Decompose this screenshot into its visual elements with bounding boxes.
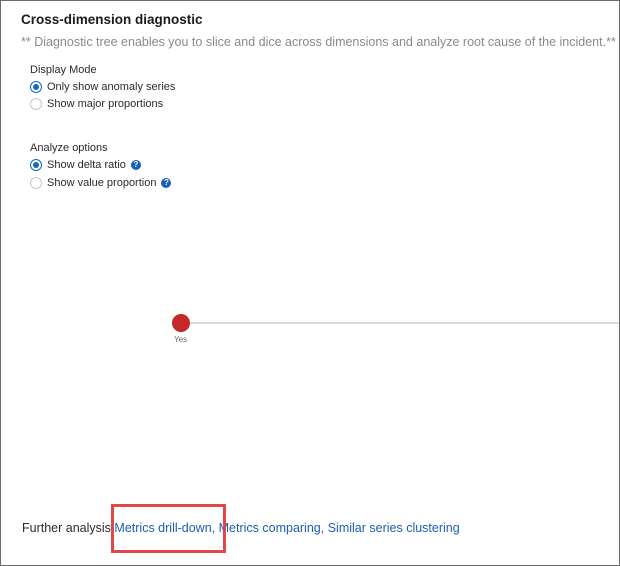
panel-title: Cross-dimension diagnostic — [21, 12, 203, 27]
radio-button-checked[interactable] — [30, 159, 42, 171]
radio-button-unchecked[interactable] — [30, 98, 42, 110]
further-analysis-row: Further analysis Metrics drill-down, Met… — [22, 521, 460, 535]
analyze-options-label: Analyze options — [30, 142, 108, 154]
panel-subtitle: ** Diagnostic tree enables you to slice … — [21, 35, 616, 49]
diagnostic-tree-edge — [181, 322, 619, 324]
further-analysis-label: Further analysis — [22, 521, 111, 535]
radio-label: Show value proportion — [47, 177, 157, 189]
cross-dimension-diagnostic-panel: Cross-dimension diagnostic ** Diagnostic… — [0, 0, 620, 566]
radio-show-delta-ratio[interactable]: Show delta ratio ? — [30, 159, 141, 171]
radio-label: Show major proportions — [47, 98, 164, 110]
metrics-drill-down-link[interactable]: Metrics drill-down, — [114, 521, 215, 535]
question-icon[interactable]: ? — [130, 160, 141, 170]
display-mode-label: Display Mode — [30, 64, 97, 76]
radio-show-value-proportion[interactable]: Show value proportion ? — [30, 177, 172, 189]
radio-button-unchecked[interactable] — [30, 177, 42, 189]
radio-show-major-proportions[interactable]: Show major proportions — [30, 98, 163, 110]
metrics-comparing-link[interactable]: Metrics comparing, — [219, 521, 325, 535]
question-icon[interactable]: ? — [161, 178, 172, 188]
radio-label: Only show anomaly series — [47, 81, 176, 93]
tree-node-label: Yes — [174, 335, 188, 344]
diagnostic-tree-node[interactable] — [172, 314, 190, 332]
similar-series-clustering-link[interactable]: Similar series clustering — [328, 521, 460, 535]
radio-only-show-anomaly-series[interactable]: Only show anomaly series — [30, 81, 175, 93]
radio-label: Show delta ratio — [47, 159, 126, 171]
radio-button-checked[interactable] — [30, 81, 42, 93]
